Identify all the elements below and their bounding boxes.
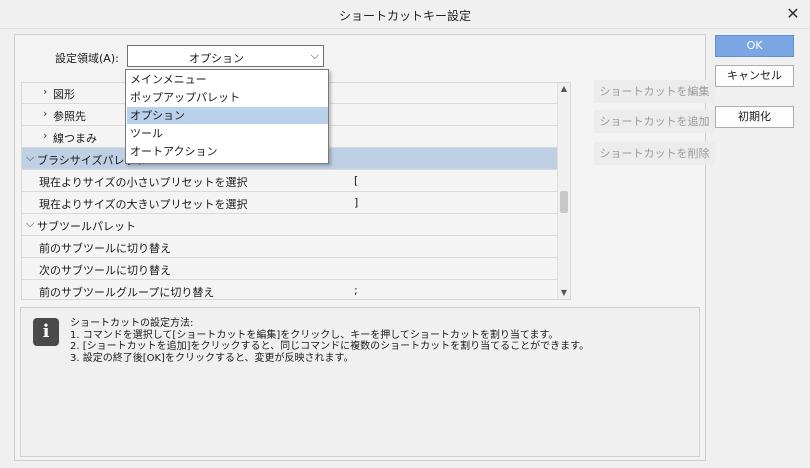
- delete-shortcut-button[interactable]: ショートカットを削除: [594, 142, 715, 165]
- dropdown-option[interactable]: ツール: [127, 125, 328, 142]
- scroll-thumb[interactable]: [560, 191, 568, 213]
- tree-row-label: 次のサブツールに切り替え: [39, 264, 171, 277]
- dropdown-option[interactable]: ポップアップパレット: [127, 89, 328, 106]
- area-dropdown-list[interactable]: メインメニュー ポップアップパレット オプション ツール オートアクション: [125, 69, 329, 164]
- info-icon: i: [33, 318, 59, 346]
- info-line: 2. [ショートカットを追加]をクリックすると、同じコマンドに複数のショートカッ…: [70, 341, 590, 352]
- tree-row-shortcut: [: [354, 174, 359, 187]
- info-line: 3. 設定の終了後[OK]をクリックすると、変更が反映されます。: [70, 352, 354, 364]
- tree-row[interactable]: 前のサブツールグループに切り替え;: [22, 280, 557, 299]
- tree-row-label: 前のサブツールグループに切り替え: [39, 286, 215, 299]
- ok-button[interactable]: OK: [715, 35, 794, 57]
- tree-row-label: 図形: [53, 88, 75, 101]
- close-icon[interactable]: ✕: [784, 5, 802, 23]
- scroll-up-icon[interactable]: ▲: [558, 83, 570, 95]
- dropdown-option[interactable]: オートアクション: [127, 143, 328, 160]
- tree-row-label: 現在よりサイズの小さいプリセットを選択: [39, 176, 248, 189]
- area-select[interactable]: オプション ⌵: [127, 45, 324, 67]
- edit-shortcut-button[interactable]: ショートカットを編集: [594, 80, 715, 103]
- tree-row[interactable]: ⌵ サブツールパレット: [22, 214, 557, 236]
- chevron-right-icon[interactable]: ›: [43, 107, 47, 120]
- info-text: ショートカットの設定方法: 1. コマンドを選択して[ショートカットを編集]をクリ…: [70, 318, 589, 364]
- cancel-button[interactable]: キャンセル: [715, 65, 794, 87]
- chevron-down-icon[interactable]: ⌵: [26, 217, 34, 231]
- tree-row-shortcut: ;: [354, 284, 358, 297]
- tree-row[interactable]: 現在よりサイズの小さいプリセットを選択 [: [22, 170, 557, 192]
- tree-row-label: 線つまみ: [53, 132, 97, 145]
- dropdown-option[interactable]: メインメニュー: [127, 71, 328, 88]
- tree-row-label: サブツールパレット: [37, 220, 136, 233]
- area-label: 設定領域(A):: [55, 52, 119, 65]
- tree-row-label: 参照先: [53, 110, 86, 123]
- tree-row[interactable]: 次のサブツールに切り替え: [22, 258, 557, 280]
- add-shortcut-button[interactable]: ショートカットを追加: [594, 110, 715, 133]
- tree-row[interactable]: 現在よりサイズの大きいプリセットを選択]: [22, 192, 557, 214]
- tree-row-shortcut: ]: [354, 196, 359, 209]
- scroll-down-icon[interactable]: ▼: [558, 287, 570, 299]
- tree-row[interactable]: 前のサブツールに切り替え: [22, 236, 557, 258]
- tree-scrollbar[interactable]: ▲ ▼: [557, 83, 570, 299]
- info-line: ショートカットの設定方法:: [70, 318, 194, 329]
- tree-row-label: 前のサブツールに切り替え: [39, 242, 171, 255]
- tree-row-label: 現在よりサイズの大きいプリセットを選択: [39, 198, 248, 211]
- info-panel: i ショートカットの設定方法: 1. コマンドを選択して[ショートカットを編集]を…: [20, 307, 700, 457]
- title-bar: ショートカットキー設定 ✕: [0, 0, 810, 29]
- area-select-value: オプション: [189, 52, 244, 65]
- chevron-right-icon[interactable]: ›: [43, 129, 47, 142]
- dropdown-option[interactable]: オプション: [127, 107, 328, 124]
- reset-button[interactable]: 初期化: [715, 106, 794, 128]
- info-line: 1. コマンドを選択して[ショートカットを編集]をクリックし、キーを押してショー…: [70, 329, 559, 341]
- window-title: ショートカットキー設定: [338, 9, 471, 23]
- chevron-right-icon[interactable]: ›: [43, 85, 47, 98]
- chevron-down-icon: ⌵: [310, 49, 319, 62]
- chevron-down-icon[interactable]: ⌵: [26, 151, 34, 165]
